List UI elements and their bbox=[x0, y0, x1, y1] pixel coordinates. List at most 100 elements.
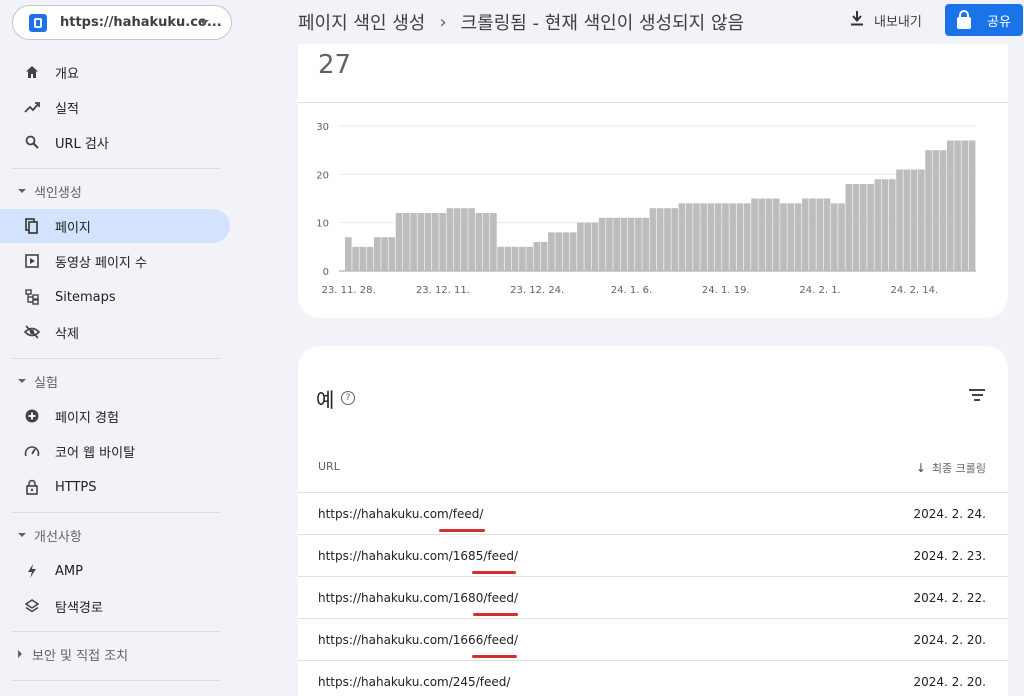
chart-bar[interactable] bbox=[540, 242, 548, 271]
chart-bar[interactable] bbox=[664, 208, 671, 271]
chart-bar[interactable] bbox=[700, 203, 708, 271]
chart-bar[interactable] bbox=[816, 198, 824, 272]
chart-bar[interactable] bbox=[954, 140, 961, 272]
chart-bar[interactable] bbox=[910, 169, 918, 272]
chart-bar[interactable] bbox=[787, 203, 795, 271]
chart-bar[interactable] bbox=[490, 213, 497, 271]
section-experience-toggle[interactable]: 실험 bbox=[0, 369, 230, 393]
chart-bar[interactable] bbox=[439, 213, 446, 271]
chart-bar[interactable] bbox=[345, 237, 352, 271]
chart-bar[interactable] bbox=[939, 150, 947, 271]
chart-bar[interactable] bbox=[635, 217, 642, 271]
chart-bar[interactable] bbox=[896, 169, 903, 272]
chart-bar[interactable] bbox=[765, 198, 773, 272]
chart-bar[interactable] bbox=[432, 213, 439, 271]
sidebar-item-page-experience[interactable]: 페이지 경험 bbox=[0, 399, 230, 433]
chart-bar[interactable] bbox=[693, 203, 700, 271]
chart-bar[interactable] bbox=[772, 198, 780, 272]
chart-bar[interactable] bbox=[881, 179, 889, 271]
chart-bar[interactable] bbox=[961, 140, 969, 272]
chart-bar[interactable] bbox=[504, 246, 512, 271]
chart-bar[interactable] bbox=[707, 203, 715, 271]
chart-bar[interactable] bbox=[519, 246, 526, 271]
table-row[interactable]: https://hahakuku.com/1666/feed/ 2024. 2.… bbox=[298, 618, 1008, 660]
section-enhancements-toggle[interactable]: 개선사항 bbox=[0, 523, 230, 547]
chart-bar[interactable] bbox=[475, 213, 483, 271]
share-button[interactable]: 공유 bbox=[945, 4, 1023, 36]
chart-bar[interactable] bbox=[403, 213, 410, 271]
table-row[interactable]: https://hahakuku.com/1685/feed/ 2024. 2.… bbox=[298, 534, 1008, 576]
chart-bar[interactable] bbox=[591, 222, 599, 271]
chart-bar[interactable] bbox=[729, 203, 737, 271]
chart-bar[interactable] bbox=[548, 232, 555, 271]
row-url[interactable]: https://hahakuku.com/1680/feed/ bbox=[318, 591, 518, 605]
chart-bar[interactable] bbox=[613, 217, 621, 271]
chart-bar[interactable] bbox=[577, 222, 584, 271]
column-header-url[interactable]: URL bbox=[318, 460, 340, 473]
chart-bar[interactable] bbox=[620, 217, 628, 271]
row-url[interactable]: https://hahakuku.com/245/feed/ bbox=[318, 675, 510, 689]
chart-bar[interactable] bbox=[874, 179, 882, 271]
section-indexing-toggle[interactable]: 색인생성 bbox=[0, 179, 230, 203]
sidebar-item-video-pages[interactable]: 동영상 페이지 수 bbox=[0, 244, 230, 278]
chart-bar[interactable] bbox=[925, 150, 932, 271]
chart-bar[interactable] bbox=[606, 217, 613, 271]
chart-bar[interactable] bbox=[359, 246, 367, 271]
chart-bar[interactable] bbox=[352, 246, 359, 271]
chart-bar[interactable] bbox=[801, 198, 809, 272]
chart-bar[interactable] bbox=[714, 203, 722, 271]
chart-bar[interactable] bbox=[903, 169, 911, 272]
sidebar-item-pages[interactable]: 페이지 bbox=[0, 209, 230, 243]
chart-bar[interactable] bbox=[410, 213, 417, 271]
chart-bar[interactable] bbox=[743, 203, 751, 271]
chart-bar[interactable] bbox=[852, 184, 860, 271]
chart-bar[interactable] bbox=[678, 203, 686, 271]
sidebar-item-removals[interactable]: 삭제 bbox=[0, 315, 230, 349]
chart-bar[interactable] bbox=[584, 222, 591, 271]
sidebar-item-https[interactable]: HTTPS bbox=[0, 470, 230, 504]
table-row[interactable]: https://hahakuku.com/1680/feed/ 2024. 2.… bbox=[298, 576, 1008, 618]
column-header-last-crawled[interactable]: ↓ 최종 크롤링 bbox=[916, 460, 986, 476]
chart-bar[interactable] bbox=[417, 213, 425, 271]
breadcrumb-parent[interactable]: 페이지 색인 생성 bbox=[298, 9, 425, 35]
chart-bar[interactable] bbox=[823, 198, 831, 272]
table-row[interactable]: https://hahakuku.com/feed/ 2024. 2. 24. bbox=[298, 492, 1008, 534]
chart-bar[interactable] bbox=[649, 208, 657, 271]
row-url[interactable]: https://hahakuku.com/feed/ bbox=[318, 507, 483, 521]
chart-bar[interactable] bbox=[395, 213, 403, 271]
chart-bar[interactable] bbox=[511, 246, 519, 271]
chart-bar[interactable] bbox=[946, 140, 954, 272]
chart-bar[interactable] bbox=[751, 198, 758, 272]
sidebar-item-sitemaps[interactable]: Sitemaps bbox=[0, 280, 230, 314]
chart-bar[interactable] bbox=[555, 232, 562, 271]
chart-bar[interactable] bbox=[794, 203, 802, 271]
chart-bar[interactable] bbox=[424, 213, 432, 271]
sidebar-item-core-web-vitals[interactable]: 코어 웹 바이탈 bbox=[0, 434, 230, 468]
sidebar-item-breadcrumbs[interactable]: 탐색경로 bbox=[0, 589, 230, 623]
chart-bar[interactable] bbox=[366, 246, 374, 271]
chart-bar[interactable] bbox=[685, 203, 693, 271]
chart-bar[interactable] bbox=[446, 208, 454, 271]
chart-bar[interactable] bbox=[598, 217, 606, 271]
chart-bar[interactable] bbox=[838, 203, 845, 271]
chart-bar[interactable] bbox=[780, 203, 787, 271]
chart-bar[interactable] bbox=[758, 198, 766, 272]
chart-bar[interactable] bbox=[932, 150, 940, 271]
filter-icon[interactable] bbox=[968, 389, 986, 404]
chart-bar[interactable] bbox=[867, 184, 874, 271]
chart-bar[interactable] bbox=[845, 184, 853, 271]
sidebar-item-performance[interactable]: 실적 bbox=[0, 90, 230, 124]
help-icon[interactable]: ? bbox=[341, 391, 355, 405]
chart-bar[interactable] bbox=[830, 203, 838, 271]
chart-bar[interactable] bbox=[722, 203, 729, 271]
chart-bar[interactable] bbox=[374, 237, 381, 271]
chart-bar[interactable] bbox=[968, 140, 976, 272]
sidebar-item-amp[interactable]: AMP bbox=[0, 554, 230, 588]
chart-bar[interactable] bbox=[453, 208, 461, 271]
chart-bar[interactable] bbox=[569, 232, 577, 271]
chart-bar[interactable] bbox=[388, 237, 396, 271]
chart-bar[interactable] bbox=[627, 217, 635, 271]
chart-bar[interactable] bbox=[482, 213, 490, 271]
row-url[interactable]: https://hahakuku.com/1685/feed/ bbox=[318, 549, 518, 563]
chart-bar[interactable] bbox=[526, 246, 533, 271]
